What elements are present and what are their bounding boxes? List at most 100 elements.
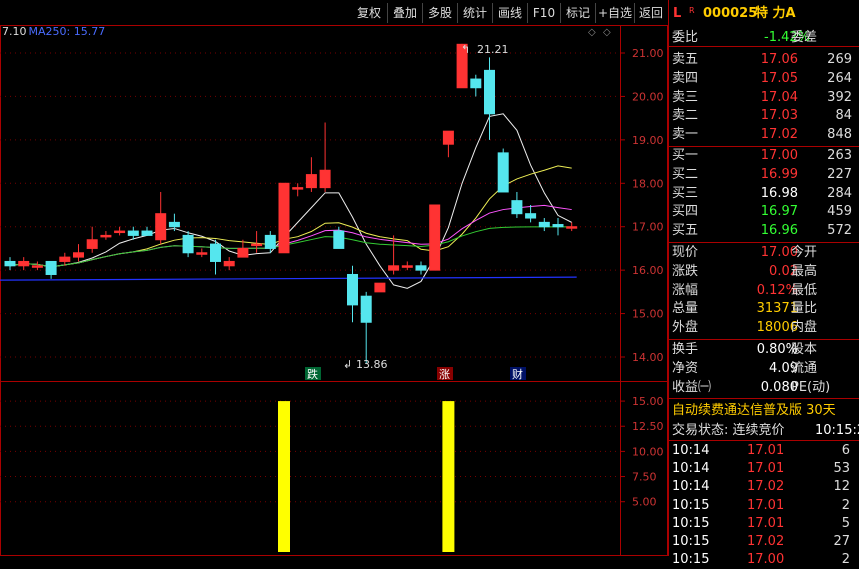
tick-row: 10:15 17.01 2	[669, 497, 859, 515]
volume-tick-label: 7.50	[632, 471, 657, 484]
candle	[484, 69, 495, 115]
ma250-line	[0, 276, 577, 281]
candle	[59, 256, 71, 262]
candle	[429, 204, 441, 271]
stat2-row-label: 收益㈠	[672, 379, 712, 395]
banner-row[interactable]: 自动续费通达信普及版 30天	[669, 402, 859, 420]
bid-row-extra: 459	[827, 204, 852, 220]
volume-tick-label: 5.00	[632, 496, 657, 509]
stat-row-label: 涨幅	[672, 282, 699, 298]
banner-text[interactable]: 自动续费通达信普及版 30天	[672, 402, 836, 420]
divider	[668, 398, 859, 399]
candle	[278, 182, 290, 254]
kline-chart: 21.00 20.00 19.00 18.00 17.00 16.00 15.00 14.00…	[0, 25, 668, 556]
divider	[668, 440, 859, 441]
stock-code: 000025	[703, 6, 758, 21]
tick-row-extra: 2	[841, 497, 850, 513]
tick-row-extra: 53	[833, 461, 850, 477]
tick-row: 10:15 17.01 5	[669, 515, 859, 533]
weibi-label: 委比	[672, 30, 699, 45]
ask-row-value: 17.04	[760, 89, 798, 105]
stat2-row-label: 换手	[672, 342, 699, 357]
ask-row-value: 17.03	[760, 108, 798, 124]
stat-row: 现价 17.00 今开	[669, 244, 859, 262]
tick-row-value: 17.01	[747, 461, 785, 477]
candle	[237, 247, 249, 258]
candle	[401, 265, 413, 268]
stat-row-extra: 最高	[791, 263, 818, 279]
tick-row-label: 10:15	[672, 534, 710, 549]
tick-row-value: 17.01	[747, 497, 785, 513]
l-badge: L	[673, 6, 682, 21]
low-value: 13.86	[356, 358, 388, 371]
stat2-row: 换手 0.80% 股本	[669, 341, 859, 359]
tick-row-value: 17.02	[747, 534, 785, 549]
stat2-row-extra: 股本	[791, 342, 818, 357]
candle	[388, 265, 400, 271]
weicha-label: 委差	[791, 30, 818, 45]
tick-row: 10:14 17.02 12	[669, 478, 859, 496]
bid-row-extra: 572	[827, 223, 852, 239]
candle	[168, 221, 180, 228]
candle	[114, 230, 126, 234]
candle	[442, 130, 454, 145]
bid-row-value: 16.98	[760, 185, 798, 201]
stat-row-extra: 今开	[791, 245, 818, 260]
price-tick-label: 15.00	[632, 308, 664, 321]
candle	[73, 252, 84, 258]
status-time: 10:15:2	[815, 423, 859, 438]
candle	[141, 230, 153, 236]
ask-row-extra: 848	[827, 127, 852, 143]
weibi-row: 委比 -1.42% 委差	[669, 29, 859, 47]
bid-row: 买三 16.98 284	[669, 185, 859, 203]
candle	[264, 234, 276, 249]
volume-tick-label: 10.00	[632, 445, 664, 458]
stat-row: 总量 31371 量比	[669, 300, 859, 318]
die-badge: 跌	[307, 367, 318, 381]
ask-row-label: 卖四	[672, 70, 699, 86]
low-arrow: ↲	[343, 358, 352, 371]
stat-row-label: 现价	[672, 245, 699, 260]
candle	[347, 273, 358, 306]
tick-row: 10:14 17.01 53	[669, 460, 859, 478]
ask-row-extra: 392	[827, 89, 852, 105]
candle	[566, 226, 578, 229]
price-tick-label: 19.00	[632, 134, 664, 147]
stat-row-label: 外盘	[672, 320, 699, 336]
candle	[210, 243, 221, 262]
bid-row-value: 16.97	[760, 204, 798, 220]
candle	[511, 200, 523, 215]
tick-row-label: 10:15	[672, 497, 710, 513]
bid-row-label: 买五	[672, 223, 699, 239]
candle	[4, 260, 16, 267]
candle	[538, 221, 550, 228]
tick-row-extra: 12	[833, 479, 850, 495]
tick-row: 10:15 17.00 2	[669, 551, 859, 569]
candle	[223, 260, 235, 267]
stat-row: 外盘 18006 内盘	[669, 319, 859, 337]
candle	[86, 239, 98, 249]
status-row: 交易状态: 连续竞价 10:15:2	[669, 422, 859, 440]
bid-row: 买五 16.96 572	[669, 222, 859, 240]
ask-row-extra: 269	[827, 52, 852, 67]
stat-row: 涨幅 0.12% 最低	[669, 282, 859, 300]
tick-row-extra: 5	[841, 515, 850, 531]
candle	[100, 234, 112, 238]
ma20-line	[9, 204, 572, 268]
tick-row-value: 17.00	[747, 552, 785, 568]
tick-row: 10:14 17.01 6	[669, 442, 859, 460]
tick-row-value: 17.01	[747, 443, 785, 458]
quote-panel: L R 000025 特 力A 委比 -1.42% 委差 卖五 17.06 269 卖…	[668, 0, 859, 567]
stat-row: 涨跌 0.02 最高	[669, 263, 859, 281]
tick-row-label: 10:15	[672, 515, 710, 531]
bid-row: 买四 16.97 459	[669, 203, 859, 221]
price-tick-label: 18.00	[632, 177, 664, 190]
stat2-row: 净资 4.09 流通	[669, 360, 859, 378]
tick-row-extra: 2	[841, 552, 850, 568]
stat2-row: 收益㈠ 0.080 PE(动)	[669, 379, 859, 397]
candle	[525, 213, 537, 219]
stat2-row-label: 净资	[672, 360, 699, 376]
tick-row: 10:15 17.02 27	[669, 533, 859, 551]
candle	[292, 187, 304, 190]
candle	[333, 230, 345, 249]
